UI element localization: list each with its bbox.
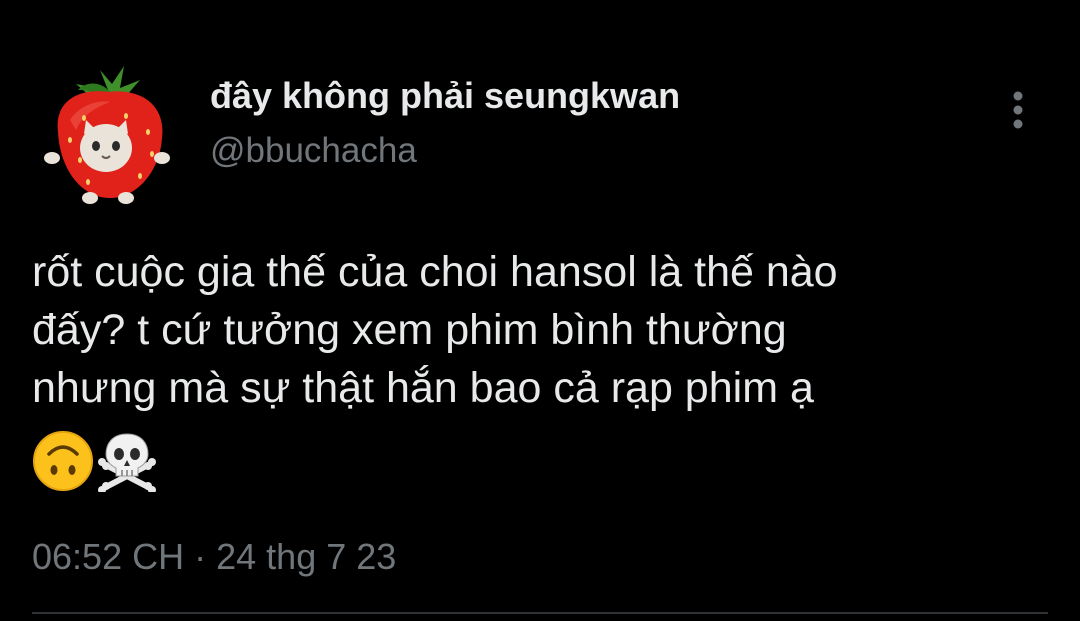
tweet-emojis <box>32 430 158 492</box>
more-options-button[interactable] <box>996 88 1040 132</box>
meta-separator: · <box>194 536 207 577</box>
tweet-date: 24 thg 7 23 <box>216 536 397 577</box>
avatar[interactable] <box>40 60 175 205</box>
divider <box>32 612 1048 614</box>
more-vertical-icon <box>1013 91 1023 129</box>
display-name[interactable]: đây không phải seungkwan <box>210 72 680 120</box>
skull-and-crossbones-emoji-icon <box>98 433 156 492</box>
tweet-text: rốt cuộc gia thế của choi hansol là thế … <box>32 248 838 412</box>
tweet-timestamp[interactable]: 06:52 CH · 24 thg 7 23 <box>32 534 396 580</box>
upside-down-face-emoji-icon <box>33 431 93 491</box>
tweet-card[interactable]: đây không phải seungkwan @bbuchacha rốt … <box>0 0 1080 621</box>
tweet-header: đây không phải seungkwan @bbuchacha <box>210 72 680 174</box>
user-handle[interactable]: @bbuchacha <box>210 128 680 174</box>
strawberry-cat-avatar-icon <box>44 66 170 204</box>
tweet-time: 06:52 CH <box>32 536 185 577</box>
